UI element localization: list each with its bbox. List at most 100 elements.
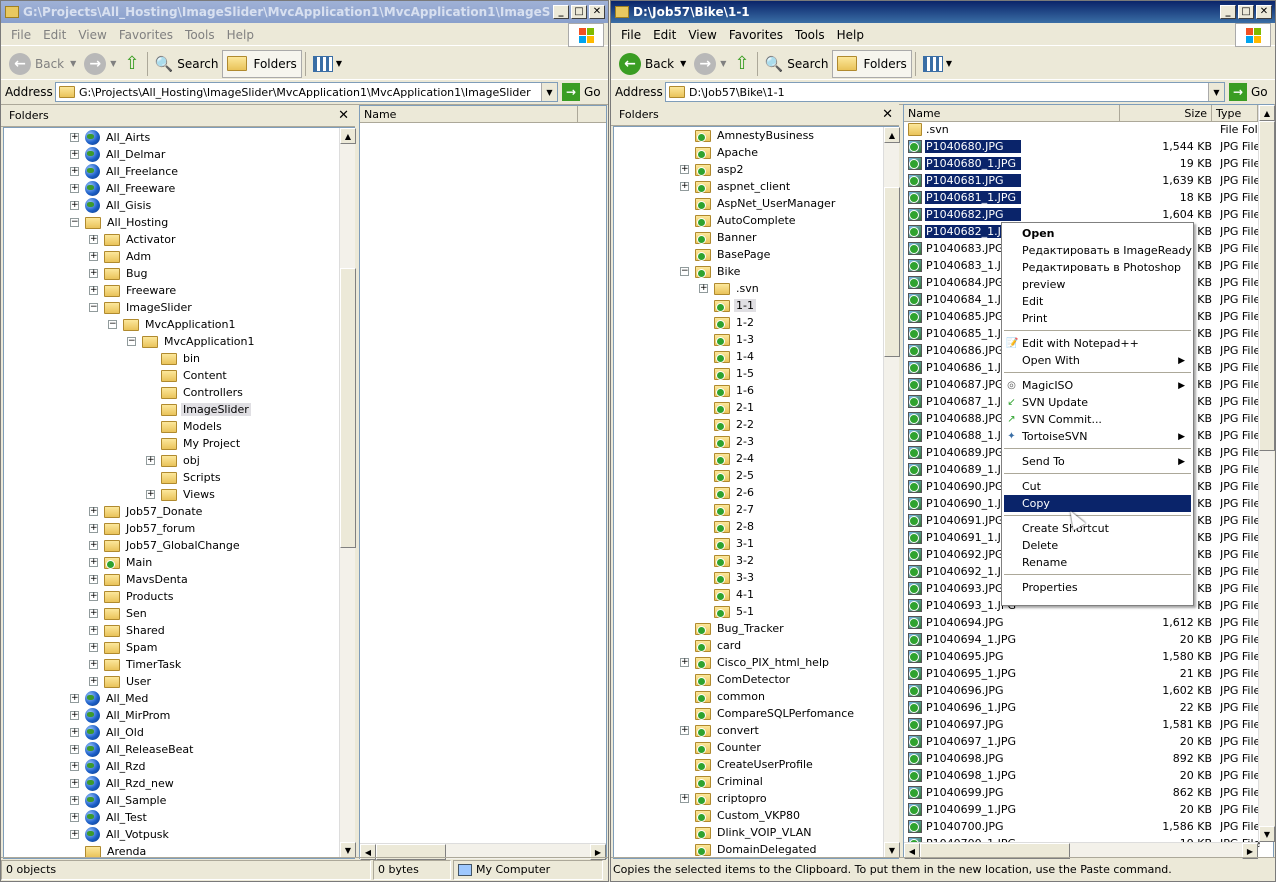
file-row[interactable]: P1040695.JPG 1,580 KB JPG File xyxy=(904,648,1273,665)
right-folder-tree[interactable]: AmnestyBusiness Apache + asp2 + aspnet_client… xyxy=(613,126,899,859)
tree-item[interactable]: + Freeware xyxy=(89,282,178,299)
tree-item[interactable]: 5-1 xyxy=(699,603,756,620)
menu-file[interactable]: File xyxy=(5,28,37,42)
tree-item[interactable]: 1-4 xyxy=(699,348,756,365)
tree-item[interactable]: DomainDelegated xyxy=(680,841,819,858)
menu-favorites[interactable]: Favorites xyxy=(723,28,789,42)
close-button[interactable]: ✕ xyxy=(1256,5,1272,19)
tree-item[interactable]: + Activator xyxy=(89,231,178,248)
tree-item[interactable]: + All_Rzd xyxy=(70,758,148,775)
file-row[interactable]: P1040681_1.JPG 18 KB JPG File xyxy=(904,189,1273,206)
menu-item-print[interactable]: Print xyxy=(1004,310,1191,327)
file-row[interactable]: P1040680_1.JPG 19 KB JPG File xyxy=(904,155,1273,172)
tree-item[interactable]: Controllers xyxy=(146,384,245,401)
tree-item[interactable]: 2-8 xyxy=(699,518,756,535)
expand-icon[interactable]: + xyxy=(70,711,79,720)
expand-icon[interactable]: + xyxy=(70,779,79,788)
tree-item[interactable]: 2-1 xyxy=(699,399,756,416)
tree-item[interactable]: + All_Freelance xyxy=(70,163,180,180)
tree-item[interactable]: bin xyxy=(146,350,202,367)
tree-item[interactable]: + aspnet_client xyxy=(680,178,792,195)
close-button[interactable]: ✕ xyxy=(589,5,605,19)
address-field[interactable]: D:\Job57\Bike\1-1 ▼ xyxy=(665,82,1225,102)
menu-item-редактировать-в-photoshop[interactable]: Редактировать в Photoshop xyxy=(1004,259,1191,276)
tree-item[interactable]: + asp2 xyxy=(680,161,745,178)
tree-item[interactable]: + Job57_forum xyxy=(89,520,197,537)
expand-icon[interactable]: + xyxy=(89,592,98,601)
tree-item[interactable]: + TimerTask xyxy=(89,656,183,673)
menu-item-create-shortcut[interactable]: Create Shortcut xyxy=(1004,520,1191,537)
go-button[interactable]: → Go xyxy=(1225,83,1275,101)
views-button[interactable]: ▼ xyxy=(309,50,346,78)
tree-item[interactable]: + All_Freeware xyxy=(70,180,177,197)
menu-item-svn-update[interactable]: ↙ SVN Update xyxy=(1004,394,1191,411)
left-folder-tree[interactable]: + All_Airts + All_Delmar + All_Freelance + All_… xyxy=(3,127,355,859)
menu-item-copy[interactable]: Copy xyxy=(1004,495,1191,512)
tree-item[interactable]: 2-4 xyxy=(699,450,756,467)
file-row[interactable]: P1040699.JPG 862 KB JPG File xyxy=(904,784,1273,801)
back-button[interactable]: ← Back ▼ xyxy=(615,50,690,78)
tree-item[interactable]: 4-1 xyxy=(699,586,756,603)
forward-button[interactable]: → ▼ xyxy=(80,50,120,78)
up-folder-button[interactable]: ⇧ xyxy=(730,50,753,78)
menu-item-preview[interactable]: preview xyxy=(1004,276,1191,293)
file-row[interactable]: P1040694.JPG 1,612 KB JPG File xyxy=(904,614,1273,631)
tree-item[interactable]: 1-5 xyxy=(699,365,756,382)
collapse-icon[interactable]: − xyxy=(70,218,79,227)
close-folders-pane-button[interactable]: ✕ xyxy=(338,108,349,123)
tree-item[interactable]: + obj xyxy=(146,452,202,469)
expand-icon[interactable]: + xyxy=(70,150,79,159)
expand-icon[interactable]: + xyxy=(146,490,155,499)
tree-item[interactable]: + All_Med xyxy=(70,690,150,707)
tree-item[interactable]: + convert xyxy=(680,722,761,739)
expand-icon[interactable]: + xyxy=(680,658,689,667)
tree-item[interactable]: + All_Sample xyxy=(70,792,168,809)
menu-item-properties[interactable]: Properties xyxy=(1004,579,1191,596)
type-column-header[interactable]: Type xyxy=(1212,105,1258,122)
tree-item[interactable]: + Products xyxy=(89,588,176,605)
tree-item[interactable]: + Job57_GlobalChange xyxy=(89,537,242,554)
size-column-header[interactable]: Size xyxy=(1120,105,1212,122)
back-button[interactable]: ← Back ▼ xyxy=(5,50,80,78)
tree-item[interactable]: − ImageSlider xyxy=(89,299,194,316)
menu-item-open-with[interactable]: Open With ▶ xyxy=(1004,352,1191,369)
menu-file[interactable]: File xyxy=(615,28,647,42)
left-file-list[interactable]: Name xyxy=(359,105,607,859)
expand-icon[interactable]: + xyxy=(89,541,98,550)
file-row[interactable]: P1040682.JPG 1,604 KB JPG File xyxy=(904,206,1273,223)
menu-edit[interactable]: Edit xyxy=(647,28,682,42)
tree-item[interactable]: 2-6 xyxy=(699,484,756,501)
tree-item[interactable]: Content xyxy=(146,367,229,384)
tree-item[interactable]: Custom_VKP80 xyxy=(680,807,802,824)
tree-item[interactable]: + Shared xyxy=(89,622,167,639)
file-row[interactable]: .svn File Fold xyxy=(904,121,1273,138)
address-dropdown-button[interactable]: ▼ xyxy=(1208,83,1224,101)
expand-icon[interactable]: + xyxy=(70,184,79,193)
expand-icon[interactable]: + xyxy=(699,284,708,293)
folders-button[interactable]: Folders xyxy=(222,49,302,78)
expand-icon[interactable]: + xyxy=(146,456,155,465)
file-row[interactable]: P1040698.JPG 892 KB JPG File xyxy=(904,750,1273,767)
tree-item[interactable]: + All_Delmar xyxy=(70,146,167,163)
tree-item[interactable]: + All_Gisis xyxy=(70,197,153,214)
tree-item[interactable]: + .svn xyxy=(699,280,761,297)
menu-view[interactable]: View xyxy=(72,28,112,42)
file-row[interactable]: P1040698_1.JPG 20 KB JPG File xyxy=(904,767,1273,784)
tree-item[interactable]: 2-5 xyxy=(699,467,756,484)
expand-icon[interactable]: + xyxy=(70,762,79,771)
expand-icon[interactable]: + xyxy=(70,830,79,839)
right-list-vscrollbar[interactable]: ▲ ▼ xyxy=(1258,105,1275,842)
go-button[interactable]: → Go xyxy=(558,83,608,101)
menu-item-delete[interactable]: Delete xyxy=(1004,537,1191,554)
collapse-icon[interactable]: − xyxy=(680,267,689,276)
expand-icon[interactable]: + xyxy=(70,728,79,737)
tree-item[interactable]: + All_Votpusk xyxy=(70,826,171,843)
file-row[interactable]: P1040696_1.JPG 22 KB JPG File xyxy=(904,699,1273,716)
tree-item[interactable]: Bug_Tracker xyxy=(680,620,786,637)
tree-item[interactable]: + criptopro xyxy=(680,790,769,807)
tree-item[interactable]: − Bike xyxy=(680,263,742,280)
menu-tools[interactable]: Tools xyxy=(179,28,221,42)
tree-item[interactable]: 3-1 xyxy=(699,535,756,552)
menu-view[interactable]: View xyxy=(682,28,722,42)
tree-item[interactable]: CompareSQLPerfomance xyxy=(680,705,856,722)
